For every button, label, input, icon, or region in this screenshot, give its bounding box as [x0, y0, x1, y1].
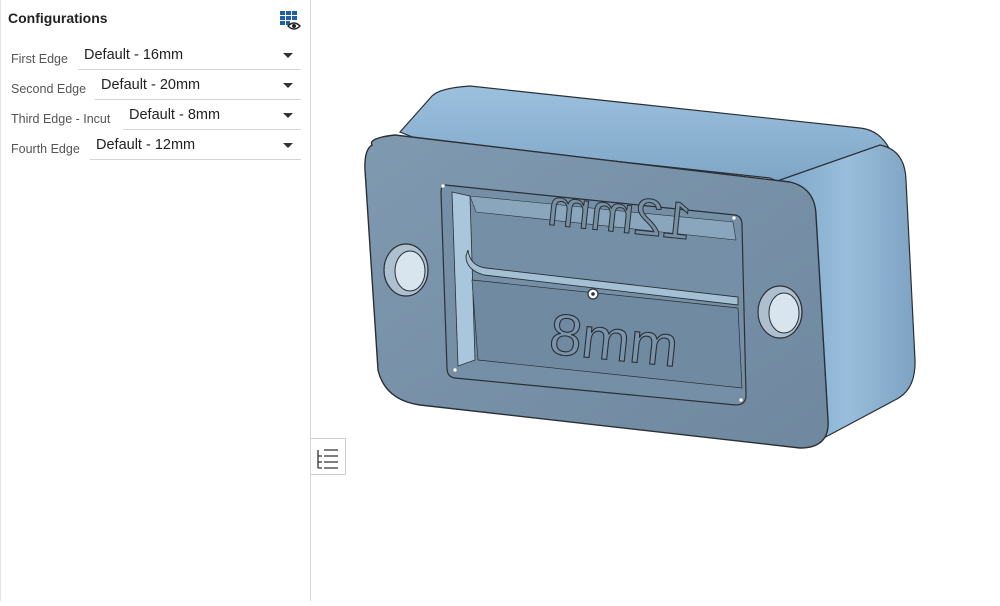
config-row-third-edge-incut: Third Edge - Incut Default - 8mm [1, 100, 301, 130]
config-label: Second Edge [11, 82, 87, 96]
chevron-down-icon [283, 143, 293, 148]
config-label: Fourth Edge [11, 142, 80, 156]
select-value: Default - 12mm [96, 137, 196, 153]
config-row-second-edge: Second Edge Default - 20mm [1, 70, 301, 100]
second-edge-select[interactable]: Default - 20mm [95, 74, 301, 100]
select-value: Default - 20mm [101, 77, 201, 93]
config-row-first-edge: First Edge Default - 16mm [1, 40, 301, 70]
config-row-fourth-edge: Fourth Edge Default - 12mm [1, 130, 301, 160]
panel-title: Configurations [8, 10, 108, 26]
part-model: 12mm 8mm [364, 85, 916, 449]
configurations-panel: Configurations First Edge Default - 16mm… [0, 0, 311, 601]
mounting-hole-left [383, 243, 429, 297]
config-label: Third Edge - Incut [11, 112, 111, 126]
chevron-down-icon [283, 113, 293, 118]
chevron-down-icon [283, 53, 293, 58]
table-eye-icon[interactable] [279, 10, 301, 32]
3d-viewport[interactable]: 12mm 8mm [312, 0, 1000, 601]
select-value: Default - 8mm [129, 107, 221, 123]
chevron-down-icon [283, 83, 293, 88]
select-value: Default - 16mm [84, 47, 184, 63]
fourth-edge-select[interactable]: Default - 12mm [90, 134, 301, 160]
third-edge-incut-select[interactable]: Default - 8mm [123, 104, 301, 130]
engraving-bottom: 8mm [547, 302, 682, 380]
mounting-hole-right [757, 285, 803, 339]
first-edge-select[interactable]: Default - 16mm [78, 44, 301, 70]
config-label: First Edge [11, 52, 68, 66]
